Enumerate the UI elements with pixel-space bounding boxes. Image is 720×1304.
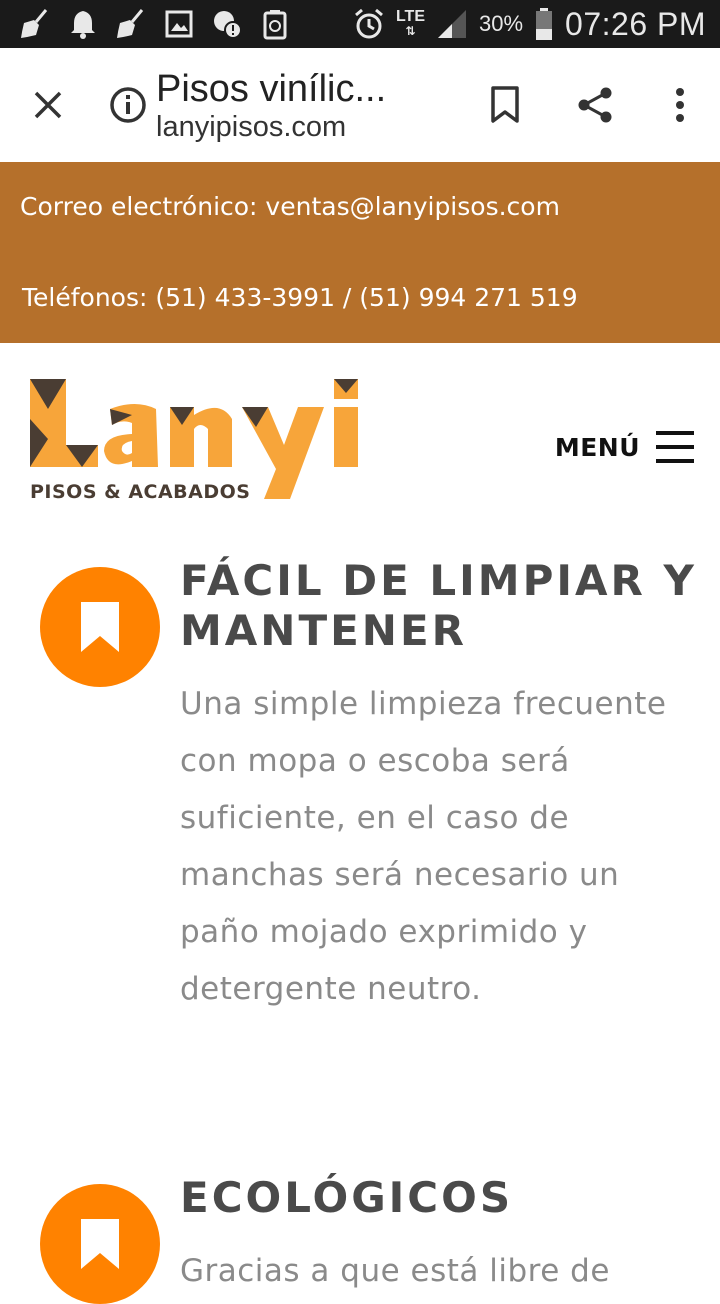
alarm-clock-icon bbox=[352, 7, 386, 41]
page-title: Pisos vinílic... bbox=[156, 68, 387, 110]
close-icon bbox=[34, 91, 62, 119]
feature-title: ECOLÓGICOS bbox=[180, 1173, 514, 1222]
share-button[interactable] bbox=[550, 48, 640, 162]
more-vertical-icon bbox=[676, 88, 684, 122]
battery-percent: 30% bbox=[478, 11, 524, 36]
network-type-label: LTE ⇅ bbox=[395, 8, 425, 39]
contact-email[interactable]: Correo electrónico: ventas@lanyipisos.co… bbox=[20, 192, 560, 221]
broom-icon bbox=[114, 7, 148, 41]
hamburger-icon bbox=[656, 431, 694, 463]
recycle-icon bbox=[258, 7, 292, 41]
feature-title: FÁCIL DE LIMPIAR Y MANTENER bbox=[180, 556, 697, 655]
bookmark-button[interactable] bbox=[460, 48, 550, 162]
contact-phone[interactable]: Teléfonos: (51) 433-3991 / (51) 994 271 … bbox=[22, 283, 578, 312]
signal-icon bbox=[435, 7, 469, 41]
site-logo[interactable]: PISOS & ACABADOS bbox=[28, 379, 368, 505]
feature-text: Gracias a que está libre de bbox=[180, 1253, 610, 1289]
feature-text: Una simple limpieza frecuente con mopa o… bbox=[180, 686, 667, 1007]
browser-toolbar: Pisos vinílic... lanyipisos.com bbox=[0, 48, 720, 163]
site-header: PISOS & ACABADOS MENÚ bbox=[0, 343, 720, 513]
bookmark-icon bbox=[491, 86, 519, 123]
info-icon bbox=[110, 87, 146, 123]
alarm-bell-icon bbox=[66, 7, 100, 41]
page-url: lanyipisos.com bbox=[156, 111, 347, 143]
bookmark-badge-icon bbox=[40, 567, 160, 687]
chat-alert-icon bbox=[210, 7, 244, 41]
broom-icon bbox=[18, 7, 52, 41]
logo-tagline: PISOS & ACABADOS bbox=[30, 481, 251, 503]
close-button[interactable] bbox=[0, 48, 96, 162]
page-title-block[interactable]: Pisos vinílic... lanyipisos.com bbox=[156, 67, 456, 143]
more-options-button[interactable] bbox=[640, 48, 720, 162]
menu-button[interactable]: MENÚ bbox=[555, 431, 694, 463]
image-icon bbox=[162, 7, 196, 41]
status-bar: LTE ⇅ 30% 07:26 PM bbox=[0, 0, 720, 48]
battery-icon bbox=[533, 7, 555, 41]
page-info-button[interactable] bbox=[104, 81, 152, 129]
share-icon bbox=[578, 87, 612, 123]
clock: 07:26 PM bbox=[565, 5, 706, 42]
menu-label: MENÚ bbox=[554, 432, 640, 462]
contact-bar: Correo electrónico: ventas@lanyipisos.co… bbox=[0, 162, 720, 343]
bookmark-badge-icon bbox=[40, 1184, 160, 1304]
